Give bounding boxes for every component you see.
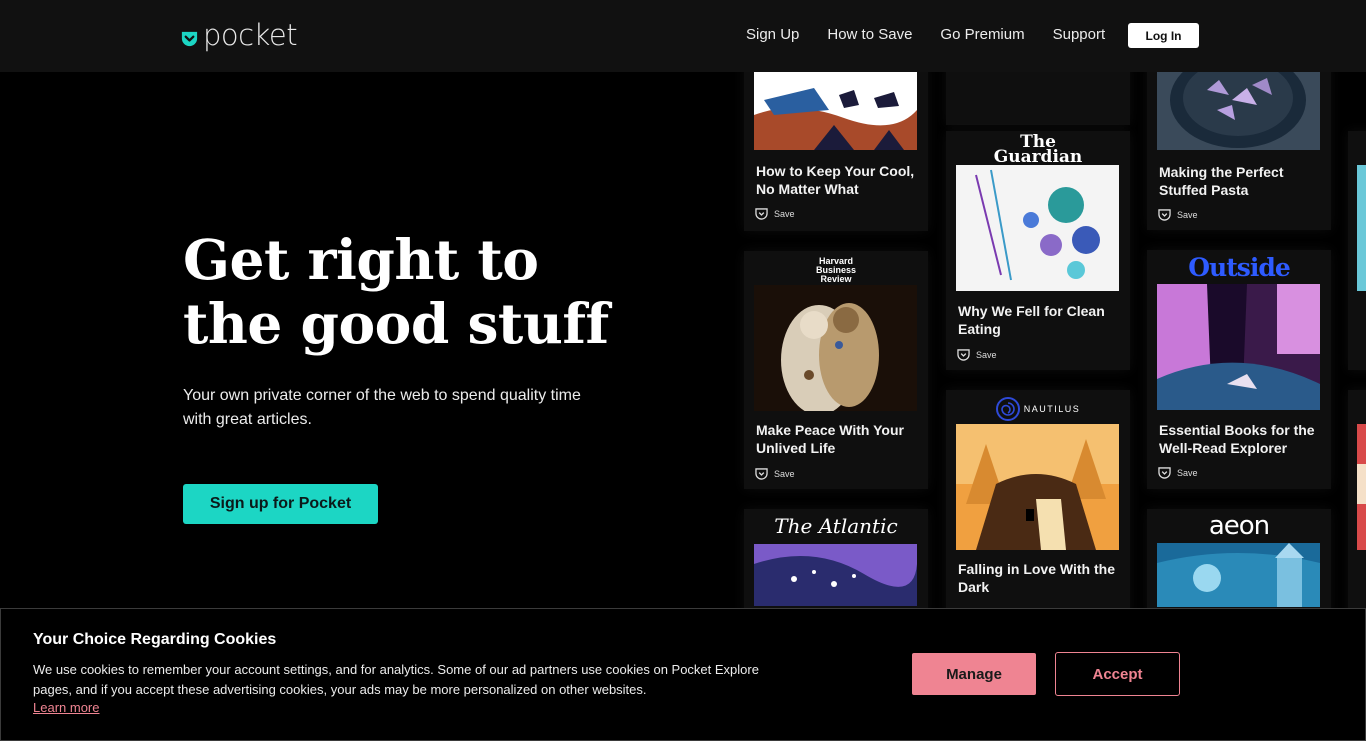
save-label: Save — [774, 209, 795, 219]
article-image — [956, 424, 1119, 550]
article-title: Falling in Love With the Dark — [958, 561, 1115, 595]
article-image — [1157, 70, 1320, 150]
cookie-banner: Your Choice Regarding Cookies We use coo… — [0, 608, 1366, 741]
article-card[interactable]: How to Keep Your Cool, No Matter What Sa… — [744, 60, 928, 231]
save-control[interactable]: Save — [755, 468, 795, 480]
pocket-logo-icon — [181, 31, 198, 46]
publisher-name: The Guardian — [993, 132, 1083, 167]
article-image — [1157, 543, 1320, 607]
article-card-partial[interactable] — [1348, 390, 1366, 620]
save-icon — [755, 468, 768, 480]
nautilus-logo-icon — [995, 397, 1020, 421]
article-card[interactable]: Making the Perfect Stuffed Pasta Save — [1147, 60, 1331, 230]
article-card[interactable]: aeon — [1147, 509, 1331, 619]
nav-support[interactable]: Support — [1053, 26, 1106, 43]
save-label: Save — [1177, 210, 1198, 220]
publisher-logo: NAUTILUS — [946, 390, 1130, 424]
publisher-logo: Harvard Business Review — [744, 251, 928, 285]
page: pocket Sign Up How to Save Go Premium Su… — [0, 0, 1366, 741]
hero-title: Get right to the good stuff — [183, 228, 663, 356]
publisher-logo: The Guardian — [946, 131, 1130, 167]
save-control[interactable]: Save — [957, 349, 997, 361]
accept-cookies-button[interactable]: Accept — [1055, 652, 1180, 696]
hero-title-line-1: Get right to — [183, 227, 539, 292]
save-label: Save — [1177, 468, 1198, 478]
save-control[interactable]: Save — [1158, 467, 1198, 479]
article-card[interactable]: The Atlantic — [744, 509, 928, 619]
cookie-title: Your Choice Regarding Cookies — [33, 631, 277, 648]
publisher-name: The Atlantic — [774, 514, 898, 538]
hero-subtitle: Your own private corner of the web to sp… — [183, 387, 581, 428]
article-image — [754, 285, 917, 411]
article-image — [1357, 165, 1366, 291]
publisher-name: aeon — [1208, 511, 1270, 541]
save-control[interactable]: Save — [1158, 209, 1198, 221]
save-control[interactable]: Save — [755, 208, 795, 220]
save-icon — [957, 349, 970, 361]
article-card-partial[interactable] — [1348, 131, 1366, 370]
publisher-name: Outside — [1188, 252, 1290, 282]
article-image — [754, 70, 917, 150]
site-header: pocket Sign Up How to Save Go Premium Su… — [0, 0, 1366, 72]
save-icon — [755, 208, 768, 220]
article-image — [1357, 424, 1366, 550]
article-card[interactable]: Outside Essential Books for the Well-Rea… — [1147, 250, 1331, 489]
article-card[interactable]: The Guardian Why We Fell for Clean Eatin… — [946, 131, 1130, 370]
article-card[interactable]: NAUTILUS Falling in Love With the Dark — [946, 390, 1130, 620]
article-title: Making the Perfect Stuffed Pasta — [1159, 164, 1284, 198]
pocket-logo[interactable]: pocket — [180, 18, 298, 52]
manage-cookies-button[interactable]: Manage — [912, 653, 1036, 695]
article-title: Make Peace With Your Unlived Life — [756, 422, 904, 456]
publisher-logo: The Atlantic — [744, 509, 928, 543]
article-image — [956, 165, 1119, 291]
hero-title-line-2: the good stuff — [183, 291, 609, 356]
nav-how-to-save[interactable]: How to Save — [827, 26, 912, 43]
login-button[interactable]: Log In — [1128, 23, 1199, 48]
publisher-logo: Outside — [1147, 250, 1331, 284]
article-image — [754, 544, 917, 606]
article-title: Essential Books for the Well-Read Explor… — [1159, 422, 1315, 456]
publisher-name: Harvard Business Review — [815, 255, 857, 284]
save-icon — [1158, 467, 1171, 479]
article-title: Why We Fell for Clean Eating — [958, 303, 1105, 337]
cookie-description: We use cookies to remember your account … — [33, 662, 759, 697]
article-card[interactable]: Harvard Business Review Make Peace With … — [744, 251, 928, 489]
main-nav: Sign Up How to Save Go Premium Support — [746, 26, 1105, 43]
signup-cta-button[interactable]: Sign up for Pocket — [183, 484, 378, 524]
article-image — [1157, 284, 1320, 410]
save-icon — [1158, 209, 1171, 221]
save-label: Save — [774, 469, 795, 479]
learn-more-link[interactable]: Learn more — [33, 700, 99, 715]
nav-go-premium[interactable]: Go Premium — [940, 26, 1024, 43]
logo-wordmark: pocket — [203, 18, 298, 52]
save-label: Save — [976, 350, 997, 360]
publisher-logo: aeon — [1147, 509, 1331, 543]
article-title: How to Keep Your Cool, No Matter What — [756, 163, 915, 197]
nav-sign-up[interactable]: Sign Up — [746, 26, 799, 43]
publisher-name: NAUTILUS — [1023, 404, 1081, 414]
